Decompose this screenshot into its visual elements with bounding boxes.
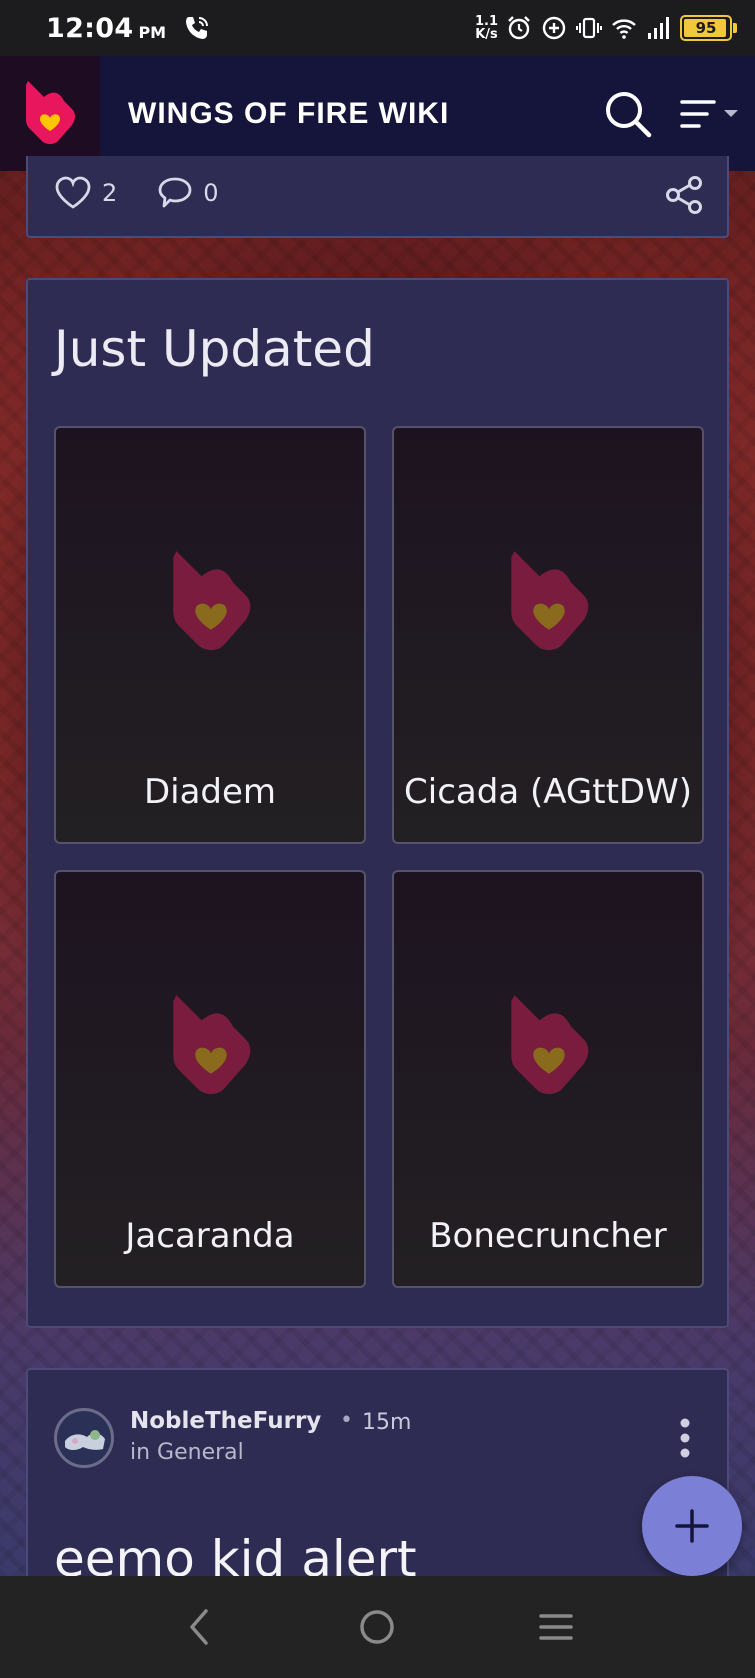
plus-icon: [675, 1509, 709, 1543]
article-card-diadem[interactable]: Diadem: [54, 426, 366, 844]
like-button[interactable]: 2: [54, 176, 117, 210]
more-options-icon[interactable]: [679, 1418, 691, 1458]
back-button[interactable]: [169, 1597, 229, 1657]
back-icon: [190, 1609, 208, 1645]
status-bar: 12:04 PM 1.1 K/s 95: [0, 0, 755, 56]
comment-count: 0: [203, 179, 219, 207]
avatar-image-icon: [57, 1411, 111, 1465]
wiki-header: WINGS OF FIRE WIKI: [0, 56, 755, 171]
article-card-label: Cicada (AGttDW): [404, 772, 692, 812]
network-speed: 1.1 K/s: [475, 15, 498, 41]
alarm-icon: [508, 16, 530, 40]
status-ampm: PM: [138, 22, 167, 42]
home-icon: [360, 1610, 395, 1644]
post-author[interactable]: NobleTheFurry: [130, 1408, 321, 1434]
data-saver-icon: [542, 16, 566, 40]
comment-icon: [158, 177, 192, 208]
home-button[interactable]: [347, 1597, 407, 1657]
signal-icon: [648, 17, 669, 39]
recents-button[interactable]: [526, 1597, 586, 1657]
article-card-bonecruncher[interactable]: Bonecruncher: [392, 870, 704, 1288]
fandom-placeholder-icon: [511, 995, 589, 1095]
battery-indicator: 95: [680, 15, 737, 41]
meta-separator: •: [340, 1408, 353, 1433]
share-icon[interactable]: [663, 174, 705, 216]
fandom-placeholder-icon: [511, 551, 589, 651]
battery-percent: 95: [695, 19, 717, 37]
menu-button[interactable]: [679, 98, 739, 130]
fandom-placeholder-icon: [173, 995, 251, 1095]
fandom-placeholder-icon: [173, 551, 251, 651]
recents-icon: [539, 1614, 573, 1640]
heart-icon: [55, 176, 91, 209]
just-updated-section: Just Updated Diadem Cicada (AGttDW) Jaca…: [26, 278, 729, 1328]
chevron-down-icon: [724, 109, 738, 117]
article-card-label: Bonecruncher: [429, 1216, 667, 1256]
fandom-logo-button[interactable]: [0, 56, 100, 171]
like-count: 2: [102, 179, 118, 207]
network-speed-unit: K/s: [475, 27, 498, 42]
system-navigation-bar: [0, 1576, 755, 1678]
wiki-title[interactable]: WINGS OF FIRE WIKI: [128, 97, 449, 131]
status-time: 12:04: [46, 12, 134, 44]
previous-post-footer: 2 0: [26, 156, 729, 238]
wifi-call-icon: [186, 17, 209, 39]
post-timestamp: 15m: [362, 1410, 412, 1435]
vibrate-icon: [576, 17, 602, 39]
battery-icon: 95: [680, 15, 732, 41]
comment-button[interactable]: 0: [157, 176, 219, 210]
post-category[interactable]: in General: [130, 1440, 244, 1465]
fandom-logo-icon: [26, 80, 75, 144]
section-title: Just Updated: [54, 320, 375, 378]
article-card-cicada[interactable]: Cicada (AGttDW): [392, 426, 704, 844]
wifi-icon: [612, 19, 636, 39]
battery-cap: [733, 23, 737, 33]
menu-icon: [680, 99, 716, 128]
create-post-button[interactable]: [642, 1476, 742, 1576]
search-icon[interactable]: [603, 89, 653, 139]
article-card-jacaranda[interactable]: Jacaranda: [54, 870, 366, 1288]
article-card-label: Jacaranda: [125, 1216, 295, 1256]
article-card-label: Diadem: [143, 772, 277, 812]
avatar[interactable]: [54, 1408, 114, 1468]
